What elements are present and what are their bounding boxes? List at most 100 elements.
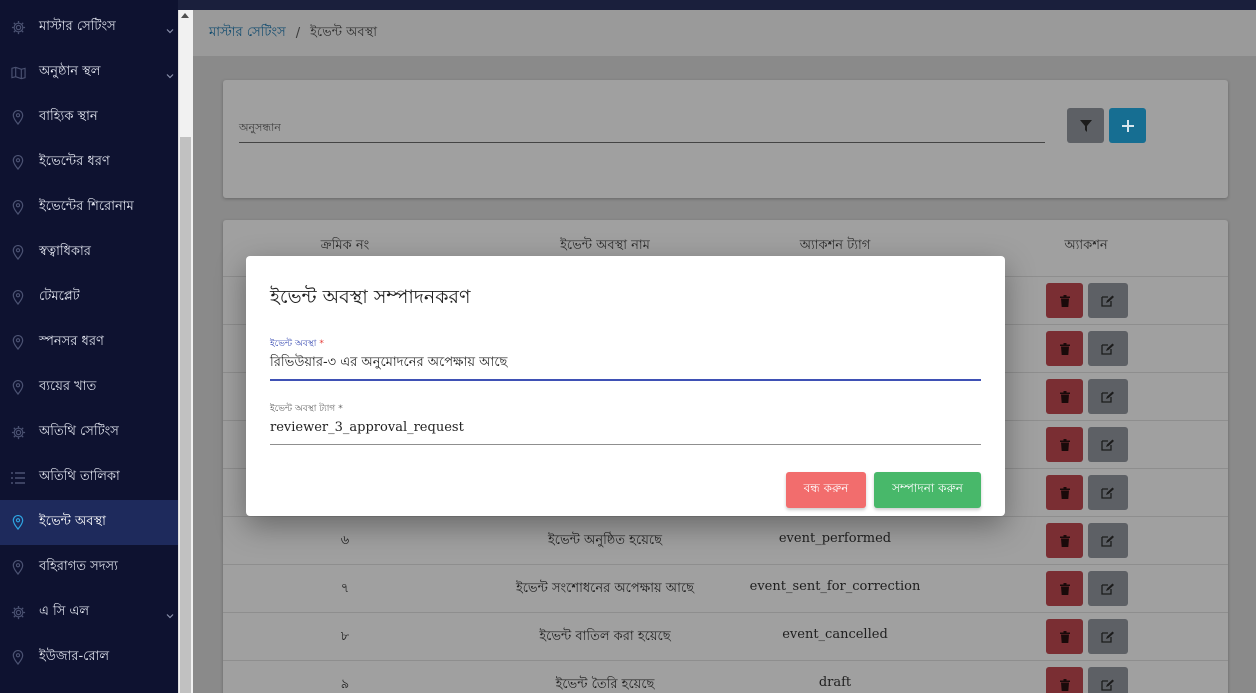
- edit-button[interactable]: [1088, 379, 1128, 414]
- filter-button[interactable]: [1067, 108, 1104, 143]
- edit-button[interactable]: [1088, 283, 1128, 318]
- trash-icon: [1059, 534, 1070, 547]
- sidebar-item-label: ব্যয়ের খাত: [39, 379, 97, 394]
- serial-cell: ৮: [340, 629, 350, 644]
- delete-button[interactable]: [1046, 667, 1083, 693]
- sidebar-item[interactable]: ব্যয়ের খাত: [0, 365, 178, 410]
- gear-icon: [10, 20, 26, 36]
- edit-icon: [1101, 295, 1114, 307]
- sidebar-item-label: অতিথি তালিকা: [39, 469, 120, 484]
- sidebar-item[interactable]: টেমপ্লেট: [0, 275, 178, 320]
- sidebar-item[interactable]: ইভেন্টের ধরণ: [0, 140, 178, 185]
- sidebar-item[interactable]: মাস্টার সেটিংস: [0, 5, 178, 50]
- breadcrumb-separator: /: [295, 25, 301, 41]
- sidebar-item[interactable]: ইউজার-রোল: [0, 635, 178, 680]
- edit-icon: [1101, 343, 1114, 355]
- breadcrumb-current: ইভেন্ট অবস্থা: [310, 24, 377, 40]
- column-header-status-name: ইভেন্ট অবস্থা নাম: [560, 238, 650, 253]
- trash-icon: [1059, 630, 1070, 643]
- trash-icon: [1059, 294, 1070, 307]
- event-status-tag-field[interactable]: reviewer_3_approval_request: [270, 420, 464, 435]
- delete-button[interactable]: [1046, 571, 1083, 606]
- delete-button[interactable]: [1046, 475, 1083, 510]
- gear-icon: [10, 605, 26, 621]
- edit-button[interactable]: [1088, 523, 1128, 558]
- close-button[interactable]: বন্ধ করুন: [786, 472, 866, 508]
- sidebar-item-label: বহিরাগত সদস্য: [39, 559, 118, 574]
- trash-icon: [1059, 342, 1070, 355]
- location-pin-icon: [10, 560, 26, 576]
- sidebar-item-label: অনুষ্ঠান স্থল: [39, 64, 101, 79]
- edit-icon: [1101, 439, 1114, 451]
- required-mark: *: [319, 339, 324, 349]
- search-card: অনুসন্ধান: [223, 80, 1228, 198]
- serial-cell: ৭: [340, 581, 350, 596]
- table-row: ৬ ইভেন্ট অনুষ্ঠিত হয়েছে event_performed: [223, 516, 1228, 564]
- table-row: ৯ ইভেন্ট তৈরি হয়েছে draft: [223, 660, 1228, 693]
- location-pin-icon: [10, 110, 26, 126]
- sidebar-item-label: মাস্টার সেটিংস: [39, 19, 116, 34]
- sidebar-item-label: এ সি এল: [39, 604, 90, 619]
- sidebar-item-label: ইভেন্ট অবস্থা: [39, 514, 106, 529]
- sidebar-item[interactable]: ইভেন্টের শিরোনাম: [0, 185, 178, 230]
- sidebar-item[interactable]: বহিরাগত সদস্য: [0, 545, 178, 590]
- trash-icon: [1059, 486, 1070, 499]
- status-name-cell: ইভেন্ট অনুষ্ঠিত হয়েছে: [548, 533, 662, 548]
- list-icon: [10, 470, 26, 486]
- chevron-down-icon: [166, 609, 174, 618]
- sidebar-item[interactable]: ইভেন্ট অবস্থা: [0, 500, 178, 545]
- delete-button[interactable]: [1046, 523, 1083, 558]
- action-tag-cell: event_performed: [778, 531, 892, 546]
- sidebar-item[interactable]: স্পনসর ধরণ: [0, 320, 178, 365]
- status-name-cell: ইভেন্ট বাতিল করা হয়েছে: [539, 629, 671, 644]
- sidebar-item[interactable]: বাহ্যিক স্থান: [0, 95, 178, 140]
- delete-button[interactable]: [1046, 283, 1083, 318]
- scroll-up-arrow-icon[interactable]: [181, 13, 189, 18]
- location-pin-icon: [10, 380, 26, 396]
- save-button[interactable]: সম্পাদনা করুন: [874, 472, 981, 508]
- edit-button[interactable]: [1088, 667, 1128, 693]
- search-input[interactable]: অনুসন্ধান: [239, 119, 281, 138]
- breadcrumb-link-master-settings[interactable]: মাস্টার সেটিংস: [209, 23, 286, 44]
- delete-button[interactable]: [1046, 331, 1083, 366]
- edit-button[interactable]: [1088, 331, 1128, 366]
- sidebar-item-label: ইভেন্টের শিরোনাম: [39, 199, 134, 214]
- sidebar-scrollbar-thumb[interactable]: [180, 137, 191, 693]
- trash-icon: [1059, 582, 1070, 595]
- status-name-cell: ইভেন্ট সংশোধনের অপেক্ষায় আছে: [515, 581, 695, 596]
- location-pin-icon: [10, 155, 26, 171]
- chevron-down-icon: [166, 69, 174, 78]
- sidebar-item[interactable]: এ সি এল: [0, 590, 178, 635]
- edit-button[interactable]: [1088, 427, 1128, 462]
- sidebar-item-label: স্বত্বাধিকার: [39, 244, 91, 259]
- column-header-serial: ক্রমিক নং: [320, 238, 370, 253]
- filter-icon: [1079, 119, 1092, 132]
- sidebar-item-label: বাহ্যিক স্থান: [39, 109, 98, 124]
- sidebar-item[interactable]: অতিথি সেটিংস: [0, 410, 178, 455]
- breadcrumb: মাস্টার সেটিংস / ইভেন্ট অবস্থা: [193, 10, 1256, 56]
- action-tag-cell: event_cancelled: [782, 627, 888, 642]
- required-mark: *: [338, 404, 343, 414]
- edit-event-status-modal: ইভেন্ট অবস্থা সম্পাদনকরণ ইভেন্ট অবস্থা * …: [246, 256, 1005, 516]
- sidebar-item-label: অতিথি সেটিংস: [39, 424, 119, 439]
- delete-button[interactable]: [1046, 619, 1083, 654]
- sidebar-item[interactable]: স্বত্বাধিকার: [0, 230, 178, 275]
- column-header-action-tag: অ্যাকশন ট্যাগ: [799, 238, 871, 253]
- event-status-field[interactable]: রিভিউয়ার-৩ এর অনুমোদনের অপেক্ষায় আছে: [270, 353, 507, 374]
- edit-button[interactable]: [1088, 475, 1128, 510]
- delete-button[interactable]: [1046, 379, 1083, 414]
- status-name-cell: ইভেন্ট তৈরি হয়েছে: [555, 677, 655, 692]
- edit-button[interactable]: [1088, 571, 1128, 606]
- sidebar-item-label: টেমপ্লেট: [39, 289, 80, 304]
- sidebar-item-label: স্পনসর ধরণ: [39, 334, 104, 349]
- sidebar-item[interactable]: অনুষ্ঠান স্থল: [0, 50, 178, 95]
- sidebar-item[interactable]: অতিথি তালিকা: [0, 455, 178, 500]
- location-pin-icon: [10, 650, 26, 666]
- edit-icon: [1101, 391, 1114, 403]
- edit-button[interactable]: [1088, 619, 1128, 654]
- delete-button[interactable]: [1046, 427, 1083, 462]
- edit-icon: [1101, 679, 1114, 691]
- add-button[interactable]: [1109, 108, 1146, 143]
- trash-icon: [1059, 390, 1070, 403]
- map-icon: [10, 65, 26, 81]
